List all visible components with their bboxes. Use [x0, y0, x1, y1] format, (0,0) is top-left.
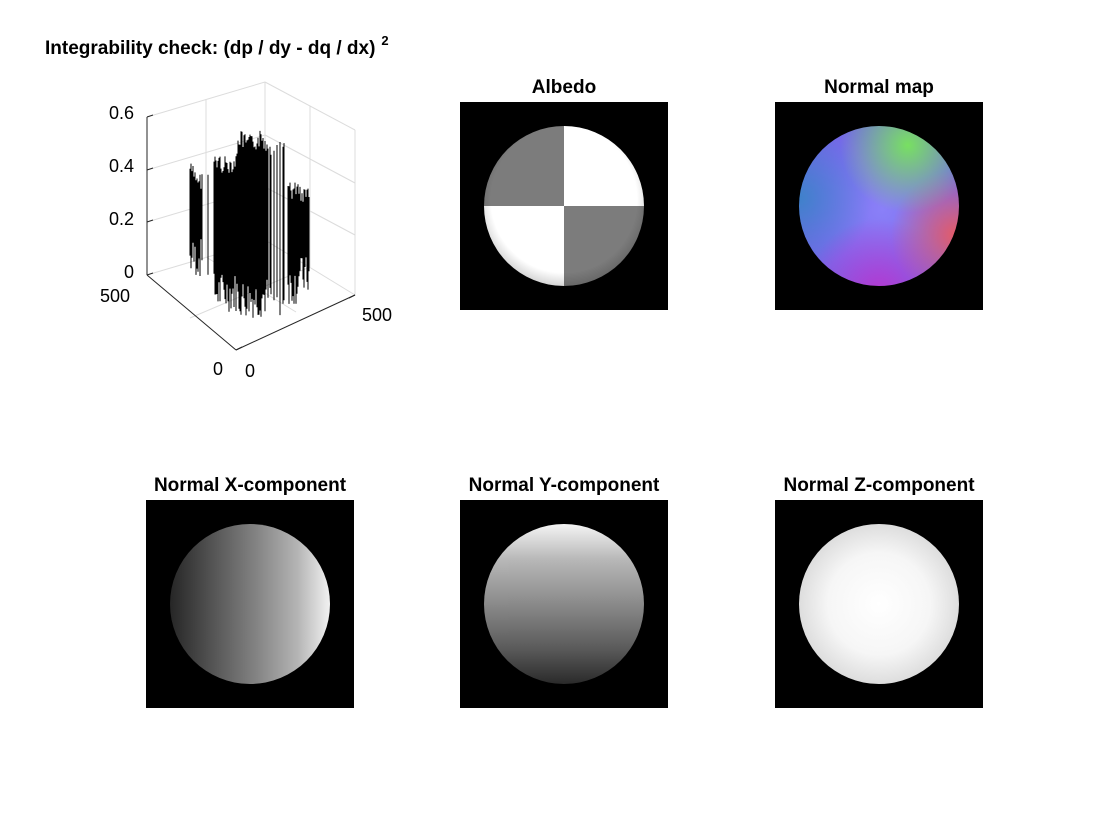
y-tick-label: 500 [100, 286, 131, 306]
normal-x-title: Normal X-component [153, 475, 347, 496]
normal-map-title: Normal map [824, 77, 934, 98]
normal-y-image [460, 500, 668, 708]
z-tick-label: 0.6 [109, 103, 135, 123]
normal-map-sphere [799, 126, 959, 286]
z-tick-label: 0 [124, 262, 135, 282]
x-tick-label: 0 [245, 361, 256, 381]
x-tick-mark [235, 346, 243, 351]
albedo-image [460, 102, 668, 310]
y-tick-label: 0 [213, 359, 224, 379]
albedo-title: Albedo [531, 77, 597, 98]
normal-y-sphere [484, 524, 644, 684]
z-tick-label: 0.2 [109, 209, 135, 229]
x-tick-label: 500 [362, 305, 393, 325]
surface-mesh [189, 130, 310, 318]
normal-map-image [775, 102, 983, 310]
albedo-sphere [484, 126, 644, 286]
z-tick-label: 0.4 [109, 156, 135, 176]
normal-z-image [775, 500, 983, 708]
normal-z-title: Normal Z-component [783, 475, 975, 496]
x-tick-mark [348, 294, 356, 299]
normal-z-sphere [799, 524, 959, 684]
normal-y-title: Normal Y-component [468, 475, 660, 496]
y-axis-line [146, 274, 237, 351]
normal-x-image [146, 500, 354, 708]
normal-x-sphere [170, 524, 330, 684]
